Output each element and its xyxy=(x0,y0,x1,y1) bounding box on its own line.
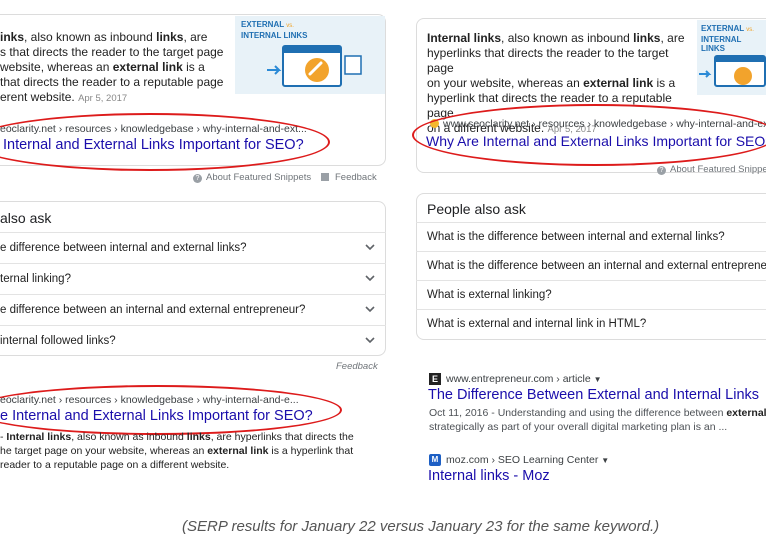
right-result1-snippet-line-2: strategically as part of your overall di… xyxy=(429,421,728,433)
paa-question-text: e difference between an internal and ext… xyxy=(0,304,306,316)
right-paa-question-3[interactable]: What is external linking? xyxy=(416,280,766,309)
right-result1-breadcrumb[interactable]: www.entrepreneur.com › article ▼ xyxy=(446,373,602,385)
thumb-title-2: INTERNAL LINKS xyxy=(241,31,308,40)
left-snippet-line-5: erent website. Apr 5, 2017 xyxy=(0,90,128,104)
left-snippet-line-2: s that directs the reader to the target … xyxy=(0,45,224,59)
question-circle-icon: ? xyxy=(193,174,202,183)
left-paa-feedback[interactable]: Feedback xyxy=(336,361,378,372)
left-snippet-date: Apr 5, 2017 xyxy=(78,93,128,104)
left-paa-question-2[interactable]: ternal linking? xyxy=(0,263,386,294)
left-result-snippet: - Internal links, also known as inbound … xyxy=(0,430,354,472)
left-paa-question-4[interactable]: internal followed links? xyxy=(0,325,386,356)
paa-question-text: What is the difference between an intern… xyxy=(427,260,766,272)
left-featured-thumbnail[interactable]: EXTERNAL vs. INTERNAL LINKS xyxy=(235,16,385,94)
paa-question-text: What is external linking? xyxy=(427,289,552,301)
left-result-snippet-line-2: he target page on your website, whereas … xyxy=(0,445,354,457)
left-result-snippet-line-3: reader to a reputable page on a differen… xyxy=(0,459,230,471)
chevron-down-icon xyxy=(365,275,375,282)
right-featured-highlight-oval xyxy=(412,104,766,166)
right-snippet-line-3: on your website, whereas an external lin… xyxy=(427,76,676,90)
left-about-featured-snippets[interactable]: ? About Featured Snippets xyxy=(193,172,311,183)
left-paa-question-3[interactable]: e difference between an internal and ext… xyxy=(0,294,386,325)
paa-question-text: e difference between internal and extern… xyxy=(0,242,247,254)
left-snippet-line-4: that directs the reader to a reputable p… xyxy=(0,75,224,89)
right-snippet-line-1: Internal links, also known as inbound li… xyxy=(427,31,685,45)
left-paa-heading: also ask xyxy=(0,210,52,226)
thumb-title-2: INTERNAL LINKS xyxy=(701,35,742,53)
left-feedback-link[interactable]: Feedback xyxy=(321,172,377,183)
right-snippet-line-2: hyperlinks that directs the reader to th… xyxy=(427,46,669,75)
right-about-featured-snippets[interactable]: ? About Featured Snippets xyxy=(657,164,766,175)
chevron-down-icon xyxy=(365,306,375,313)
left-snippet-line-1: inks, also known as inbound links, are xyxy=(0,30,208,44)
bottom-fade xyxy=(0,482,766,498)
chevron-down-icon xyxy=(365,244,375,251)
right-result1-snippet: Oct 11, 2016 - Understanding and using t… xyxy=(429,406,766,434)
link-illustration-icon xyxy=(267,45,362,87)
moz-favicon-icon: M xyxy=(429,454,441,466)
left-result-highlight-oval xyxy=(0,385,342,435)
right-paa-question-2[interactable]: What is the difference between an intern… xyxy=(416,251,766,280)
caret-down-icon[interactable]: ▼ xyxy=(601,456,609,465)
right-result1-date: Oct 11, 2016 xyxy=(429,407,489,419)
thumb-title-1: EXTERNAL xyxy=(701,24,744,33)
link-illustration-icon xyxy=(699,55,766,87)
paa-question-text: internal followed links? xyxy=(0,335,116,347)
right-featured-thumbnail[interactable]: EXTERNAL vs. INTERNAL LINKS xyxy=(697,20,766,95)
paa-question-text: ternal linking? xyxy=(0,273,71,285)
right-paa-heading: People also ask xyxy=(427,201,526,217)
paa-question-text: What is the difference between internal … xyxy=(427,231,725,243)
feedback-flag-icon xyxy=(321,173,329,181)
right-result1-snippet-line-1: Oct 11, 2016 - Understanding and using t… xyxy=(429,407,766,419)
right-paa-question-1[interactable]: What is the difference between internal … xyxy=(416,222,766,251)
caret-down-icon[interactable]: ▼ xyxy=(594,375,602,384)
left-paa-question-1[interactable]: e difference between internal and extern… xyxy=(0,232,386,263)
chevron-down-icon xyxy=(365,337,375,344)
left-featured-snippet-text: inks, also known as inbound links, are s… xyxy=(0,30,232,106)
paa-question-text: What is external and internal link in HT… xyxy=(427,318,647,330)
right-result2-breadcrumb[interactable]: moz.com › SEO Learning Center ▼ xyxy=(446,454,609,466)
figure-caption: (SERP results for January 22 versus Janu… xyxy=(182,518,660,535)
thumb-title-1: EXTERNAL xyxy=(241,20,284,29)
right-result1-title-link[interactable]: The Difference Between External and Inte… xyxy=(428,387,759,403)
left-snippet-line-3: website, whereas an external link is a xyxy=(0,60,205,74)
entrepreneur-favicon-icon: E xyxy=(429,373,441,385)
question-circle-icon: ? xyxy=(657,166,666,175)
left-result-snippet-line-1: - Internal links, also known as inbound … xyxy=(0,431,354,443)
right-paa-question-4[interactable]: What is external and internal link in HT… xyxy=(416,309,766,340)
